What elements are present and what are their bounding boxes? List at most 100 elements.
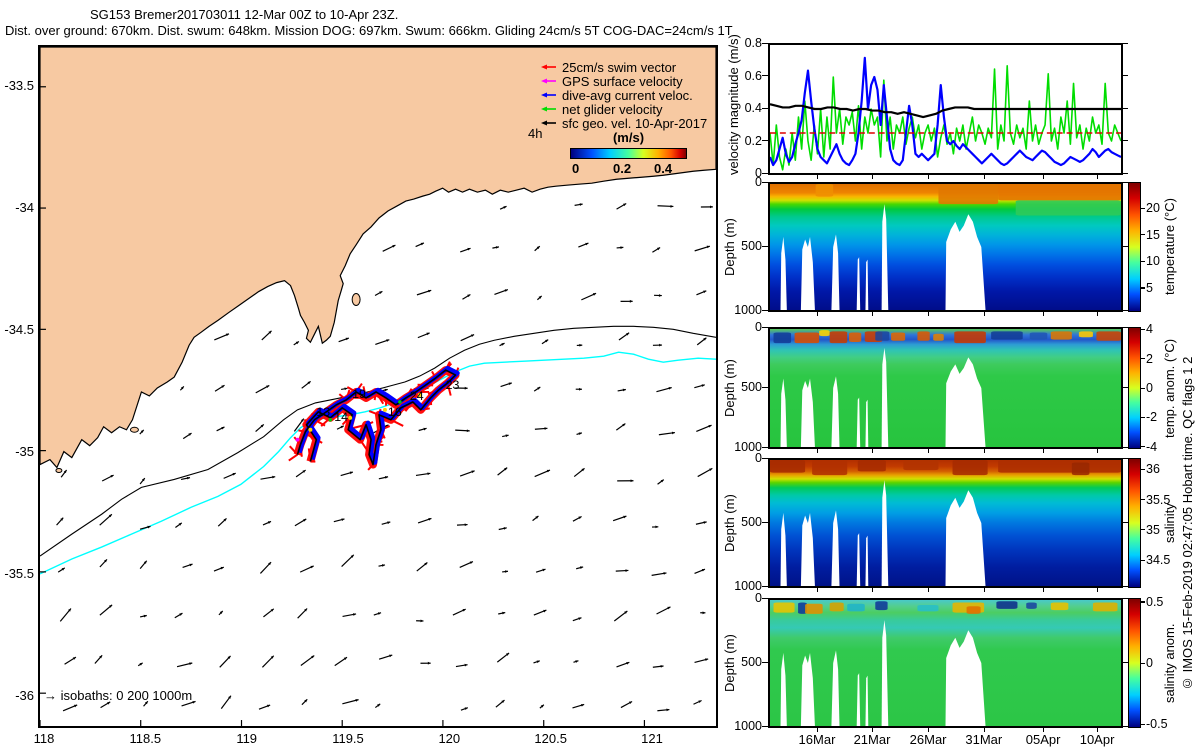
legend-item-label: dive-avg current veloc. [562, 87, 693, 103]
date-tick-label: 16Mar [798, 732, 836, 747]
colorbar-tick-mark [1141, 207, 1145, 209]
legend-arrow-icon [541, 120, 556, 126]
colorbar-tick-label: 0 [1146, 656, 1153, 670]
date-tick-mark [928, 449, 930, 453]
date-tick-label: 21Mar [853, 732, 891, 747]
figure-subtitle: Dist. over ground: 670km. Dist. swum: 64… [5, 23, 733, 38]
date-tick-mark [872, 588, 874, 592]
y-tick-mark [1123, 42, 1128, 44]
colorbar-tick-label: 5 [1146, 280, 1153, 295]
glider-mission-figure: { "title": { "line1": "SG153 Bremer20170… [0, 0, 1200, 750]
colorbar-unit-label: salinity anom. [1162, 623, 1177, 703]
map-x-tick: 121 [641, 731, 663, 746]
dive-number-label: 13 [316, 405, 330, 419]
colorbar-tick-mark [1141, 287, 1145, 289]
y-tick-label: 1000 [734, 440, 762, 454]
colorbar-tick-label: -2 [1146, 410, 1158, 425]
imos-credit: © IMOS 15-Feb-2019 02:47:05 Hobart time.… [1180, 356, 1195, 692]
y-tick-label: 0 [755, 591, 762, 605]
colorbar-tick-mark [1141, 260, 1145, 262]
y-tick-mark [1123, 107, 1128, 109]
salinity-anomaly-section [768, 598, 1123, 728]
legend-colorbar-title: (m/s) [612, 130, 645, 145]
dive-number-label: 24 [410, 389, 424, 403]
date-tick-label: 31Mar [965, 732, 1003, 747]
colorbar-tick-mark [1141, 387, 1145, 389]
dive-number-label: 14 [334, 410, 348, 424]
salinity-colorbar [1128, 458, 1141, 588]
map-legend: 25cm/s swim vector GPS surface velocity di… [540, 59, 720, 131]
y-tick-label: 0.6 [744, 68, 762, 83]
panel-ylabel: velocity magnitude (m/s) [726, 34, 741, 175]
y-tick-label: 0 [755, 175, 762, 189]
date-tick-mark [1043, 449, 1045, 453]
colorbar-tick-label: 20 [1146, 201, 1160, 215]
date-tick-mark [816, 312, 819, 316]
map-y-tick: -35 [15, 444, 34, 459]
isobaths-label: isobaths: 0 200 1000m [60, 688, 193, 703]
y-tick-label: 0 [755, 451, 762, 465]
temp-anomaly-colorbar [1128, 327, 1141, 449]
legend-arrow-icon [541, 78, 556, 84]
dive-number-label: 16 [388, 405, 402, 419]
date-tick-mark [928, 312, 930, 316]
date-tick-mark [872, 728, 874, 732]
colorbar-tick-mark [1141, 416, 1145, 418]
date-tick-mark [1043, 588, 1045, 592]
colorbar-tick-label: 35.5 [1146, 492, 1171, 507]
date-tick-label: 26Mar [909, 732, 947, 747]
temp-anomaly-section [768, 327, 1123, 449]
date-tick-mark [983, 449, 986, 453]
date-tick-mark [983, 728, 986, 732]
map-x-tick: 120 [438, 731, 461, 746]
date-tick-mark [816, 175, 819, 179]
date-tick-mark [816, 449, 819, 453]
map-y-tick: -34 [15, 200, 34, 215]
date-tick-mark [983, 588, 986, 592]
colorbar-tick-mark [1141, 559, 1145, 561]
colorbar-tick-mark [1141, 499, 1145, 501]
salinity-anomaly-colorbar [1128, 598, 1141, 728]
legend-arrow-icon [541, 64, 556, 70]
panel-ylabel: Depth (m) [722, 218, 737, 276]
date-tick-mark [983, 175, 986, 179]
colorbar-tick-mark [1141, 358, 1145, 360]
colorbar-tick-label: 0 [1146, 381, 1153, 395]
y-tick-label: 500 [741, 380, 762, 394]
map-x-tick: 118 [33, 731, 55, 746]
legend-item: 25cm/s swim vector [540, 59, 720, 75]
legend-colorbar-tick: 0.2 [613, 161, 632, 176]
legend-arrow-icon [541, 106, 556, 112]
map-y-tick: -36 [15, 688, 34, 703]
colorbar-tick-mark [1141, 723, 1145, 725]
map-y-tick: -33.5 [4, 78, 34, 93]
colorbar-unit-label: salinity [1162, 503, 1177, 543]
legend-item: sfc geo. vel. 10-Apr-2017 [540, 116, 720, 131]
date-tick-mark [1043, 728, 1045, 732]
y-tick-label: 500 [741, 239, 762, 253]
date-tick-mark [1043, 312, 1045, 316]
colorbar-tick-mark [1141, 662, 1145, 664]
colorbar-unit-label: temperature (°C) [1162, 198, 1177, 296]
date-tick-label: 10Apr [1079, 732, 1115, 747]
y-tick-mark [1123, 172, 1128, 174]
colorbar-tick-label: 36 [1146, 462, 1160, 477]
panel-ylabel: Depth (m) [722, 634, 737, 692]
figure-title: SG153 Bremer201703011 12-Mar 00Z to 10-A… [90, 7, 399, 22]
y-tick-label: 500 [741, 515, 762, 529]
map-x-tick: 119 [236, 731, 258, 746]
scale-arrow-icon: → [44, 688, 61, 703]
date-tick-mark [928, 588, 930, 592]
y-tick-label: 500 [741, 655, 762, 669]
y-tick-mark [1123, 140, 1128, 142]
map-y-tick: -34.5 [4, 322, 34, 337]
panel-ylabel: Depth (m) [722, 494, 737, 552]
y-tick-mark [1123, 75, 1128, 77]
colorbar-unit-label: temp. anom. (°C) [1162, 338, 1177, 438]
date-tick-mark [1097, 449, 1099, 453]
date-tick-mark [872, 175, 874, 179]
date-tick-mark [816, 728, 819, 732]
legend-item-label: 25cm/s swim vector [562, 59, 677, 75]
salinity-section [768, 458, 1123, 588]
date-tick-mark [1043, 175, 1045, 179]
